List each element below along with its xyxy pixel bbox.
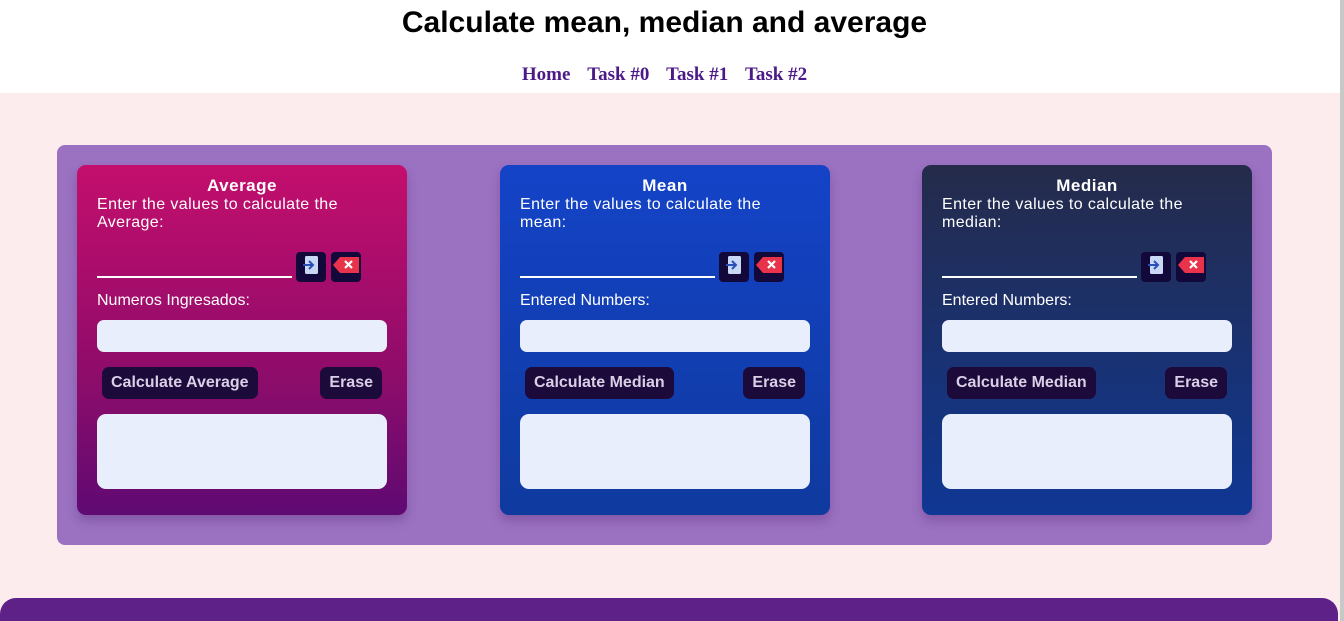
- card-description: Enter the values to calculate the Averag…: [97, 196, 338, 231]
- result-display: [97, 414, 387, 489]
- enter-arrow-icon: [1147, 255, 1165, 280]
- erase-button[interactable]: Erase: [743, 367, 805, 399]
- page-title: Calculate mean, median and average: [401, 6, 928, 39]
- page-scrollbar[interactable]: [1340, 0, 1344, 621]
- add-value-button[interactable]: [296, 252, 326, 282]
- add-value-button[interactable]: [719, 252, 749, 282]
- value-input[interactable]: [520, 256, 715, 278]
- entered-numbers-display: [97, 320, 387, 352]
- page-header: Calculate mean, median and average Home …: [0, 0, 1344, 93]
- card-description: Enter the values to calculate the mean:: [520, 196, 761, 231]
- card-title: Average: [207, 176, 277, 195]
- card-description: Enter the values to calculate the median…: [942, 196, 1183, 231]
- backspace-x-icon: [1177, 256, 1205, 279]
- value-input[interactable]: [97, 256, 292, 278]
- entered-numbers-label: Entered Numbers:: [520, 292, 650, 309]
- page-footer: [0, 598, 1338, 621]
- card-title: Median: [1056, 176, 1118, 195]
- entered-numbers-display: [942, 320, 1232, 352]
- nav-task-0-link[interactable]: Task #0: [587, 64, 649, 85]
- enter-arrow-icon: [302, 255, 320, 280]
- mean-card: Mean Enter the values to calculate the m…: [500, 165, 830, 515]
- nav-task-2-link[interactable]: Task #2: [745, 64, 807, 85]
- result-display: [520, 414, 810, 489]
- median-card: Median Enter the values to calculate the…: [922, 165, 1252, 515]
- backspace-x-icon: [332, 256, 360, 279]
- calculate-mean-button[interactable]: Calculate Median: [525, 367, 674, 399]
- enter-arrow-icon: [725, 255, 743, 280]
- nav-task-1-link[interactable]: Task #1: [666, 64, 728, 85]
- nav-home-link[interactable]: Home: [522, 64, 571, 85]
- entered-numbers-label: Numeros Ingresados:: [97, 292, 250, 309]
- calculate-median-button[interactable]: Calculate Median: [947, 367, 1096, 399]
- clear-input-button[interactable]: [1176, 252, 1206, 282]
- average-card: Average Enter the values to calculate th…: [77, 165, 407, 515]
- add-value-button[interactable]: [1141, 252, 1171, 282]
- backspace-x-icon: [755, 256, 783, 279]
- card-title: Mean: [642, 176, 688, 195]
- value-input[interactable]: [942, 256, 1137, 278]
- clear-input-button[interactable]: [331, 252, 361, 282]
- erase-button[interactable]: Erase: [320, 367, 382, 399]
- main-nav: Home Task #0 Task #1 Task #2: [0, 64, 1329, 86]
- calculate-average-button[interactable]: Calculate Average: [102, 367, 258, 399]
- entered-numbers-label: Entered Numbers:: [942, 292, 1072, 309]
- result-display: [942, 414, 1232, 489]
- entered-numbers-display: [520, 320, 810, 352]
- clear-input-button[interactable]: [754, 252, 784, 282]
- erase-button[interactable]: Erase: [1165, 367, 1227, 399]
